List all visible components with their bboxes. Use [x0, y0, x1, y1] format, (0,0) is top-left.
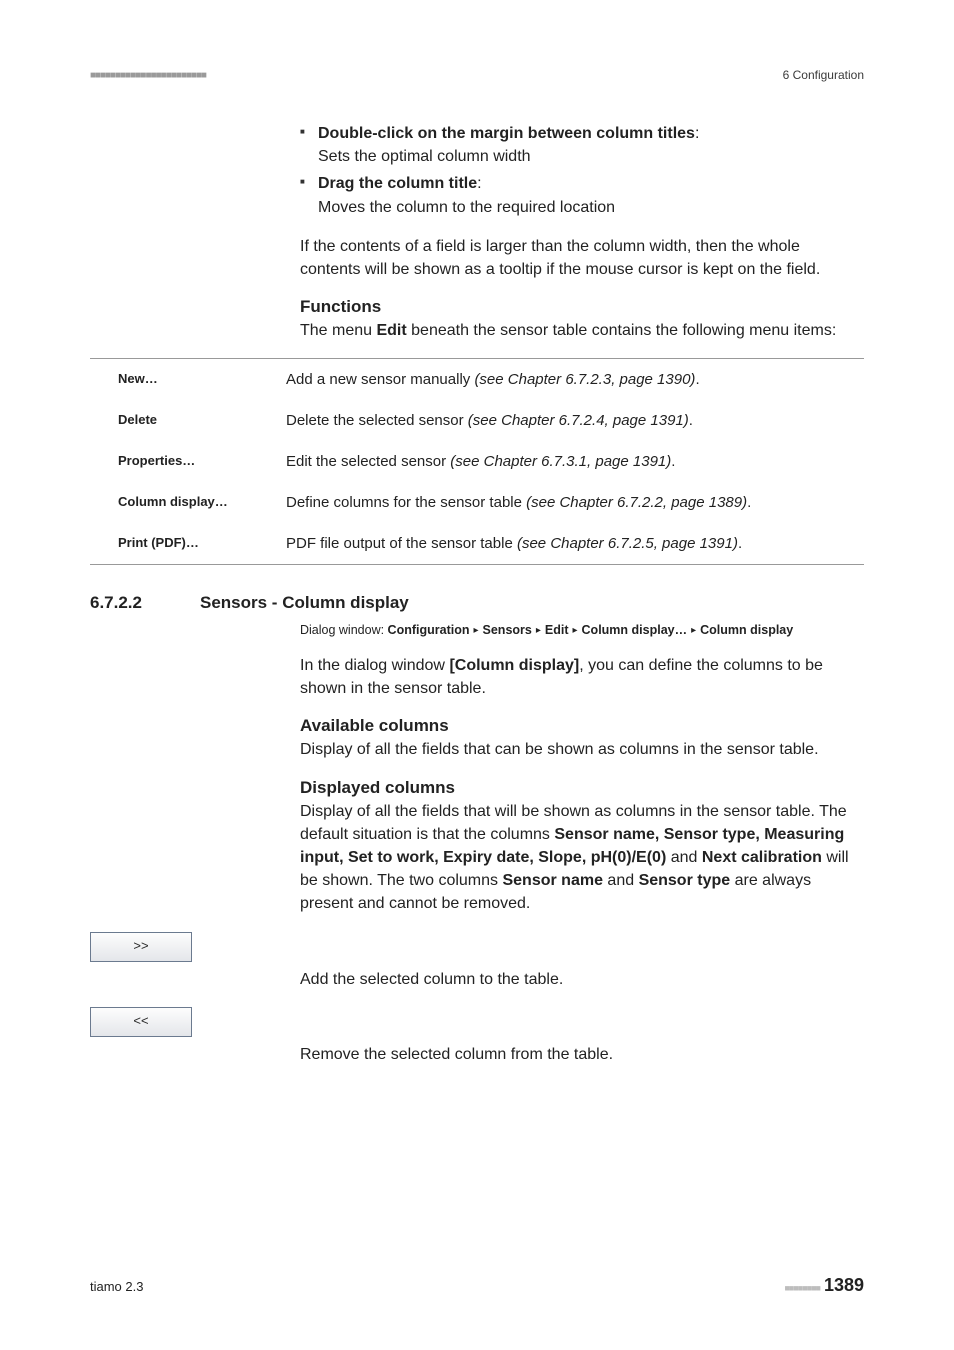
- displayed-columns-heading: Displayed columns: [300, 778, 864, 798]
- text-span: and: [666, 849, 702, 866]
- breadcrumb-item: Edit: [545, 623, 569, 637]
- text-span: The menu: [300, 322, 376, 339]
- text-span: beneath the sensor table contains the fo…: [407, 322, 837, 339]
- text-bold: Next calibration: [702, 849, 822, 866]
- menu-item-desc: PDF file output of the sensor table (see…: [286, 523, 864, 565]
- page-number: 1389: [824, 1275, 864, 1295]
- text-bold: [Column display]: [449, 657, 579, 674]
- functions-heading: Functions: [300, 297, 864, 317]
- breadcrumb-item: Configuration: [388, 623, 470, 637]
- section-title: Sensors - Column display: [200, 593, 409, 613]
- functions-intro: The menu Edit beneath the sensor table c…: [300, 319, 864, 342]
- section-intro: In the dialog window [Column display], y…: [300, 654, 864, 700]
- table-row: Column display…Define columns for the se…: [90, 482, 864, 523]
- functions-table: New…Add a new sensor manually (see Chapt…: [90, 358, 864, 565]
- menu-item-desc: Edit the selected sensor (see Chapter 6.…: [286, 441, 864, 482]
- available-columns-heading: Available columns: [300, 716, 864, 736]
- breadcrumb-separator-icon: ▸: [573, 623, 578, 638]
- menu-item-label: Delete: [90, 400, 286, 441]
- tooltip-paragraph: If the contents of a field is larger tha…: [300, 235, 864, 281]
- header-decoration: ■■■■■■■■■■■■■■■■■■■■■■■: [90, 70, 206, 81]
- displayed-columns-text: Display of all the fields that will be s…: [300, 800, 864, 916]
- menu-item-label: Properties…: [90, 441, 286, 482]
- page-footer: tiamo 2.3 ■■■■■■■■ 1389: [90, 1275, 864, 1296]
- breadcrumb-item: Column display…: [582, 623, 688, 637]
- breadcrumb-separator-icon: ▸: [473, 623, 478, 638]
- page-header: ■■■■■■■■■■■■■■■■■■■■■■■ 6 Configuration: [90, 68, 864, 82]
- breadcrumb: Dialog window: Configuration▸Sensors▸Edi…: [300, 621, 864, 640]
- section-number: 6.7.2.2: [90, 593, 200, 613]
- list-item-bold: Double-click on the margin between colum…: [318, 125, 695, 142]
- text-span: and: [603, 872, 639, 889]
- menu-item-desc: Delete the selected sensor (see Chapter …: [286, 400, 864, 441]
- text-bold: Edit: [376, 322, 406, 339]
- text-bold: Sensor name: [502, 872, 602, 889]
- breadcrumb-label: Dialog window:: [300, 623, 388, 637]
- remove-column-button[interactable]: <<: [90, 1007, 192, 1037]
- menu-item-desc: Add a new sensor manually (see Chapter 6…: [286, 359, 864, 401]
- text-span: In the dialog window: [300, 657, 449, 674]
- breadcrumb-separator-icon: ▸: [536, 623, 541, 638]
- table-row: Print (PDF)…PDF file output of the senso…: [90, 523, 864, 565]
- table-row: Properties…Edit the selected sensor (see…: [90, 441, 864, 482]
- breadcrumb-item: Sensors: [483, 623, 532, 637]
- available-columns-text: Display of all the fields that can be sh…: [300, 738, 864, 761]
- text-bold: Sensor type: [639, 872, 731, 889]
- footer-product: tiamo 2.3: [90, 1279, 143, 1294]
- remove-column-desc: Remove the selected column from the tabl…: [300, 1043, 864, 1066]
- add-column-desc: Add the selected column to the table.: [300, 968, 864, 991]
- menu-item-label: Column display…: [90, 482, 286, 523]
- list-item-bold: Drag the column title: [318, 175, 477, 192]
- list-item: Drag the column title: Moves the column …: [300, 172, 864, 218]
- table-row: DeleteDelete the selected sensor (see Ch…: [90, 400, 864, 441]
- header-chapter: 6 Configuration: [783, 68, 864, 82]
- menu-item-label: Print (PDF)…: [90, 523, 286, 565]
- column-actions-list: Double-click on the margin between colum…: [300, 122, 864, 219]
- breadcrumb-separator-icon: ▸: [691, 623, 696, 638]
- add-column-button[interactable]: >>: [90, 932, 192, 962]
- section-heading-row: 6.7.2.2 Sensors - Column display: [90, 593, 864, 613]
- footer-decoration: ■■■■■■■■: [784, 1283, 820, 1293]
- table-row: New…Add a new sensor manually (see Chapt…: [90, 359, 864, 401]
- menu-item-label: New…: [90, 359, 286, 401]
- menu-item-desc: Define columns for the sensor table (see…: [286, 482, 864, 523]
- list-item: Double-click on the margin between colum…: [300, 122, 864, 168]
- breadcrumb-item: Column display: [700, 623, 793, 637]
